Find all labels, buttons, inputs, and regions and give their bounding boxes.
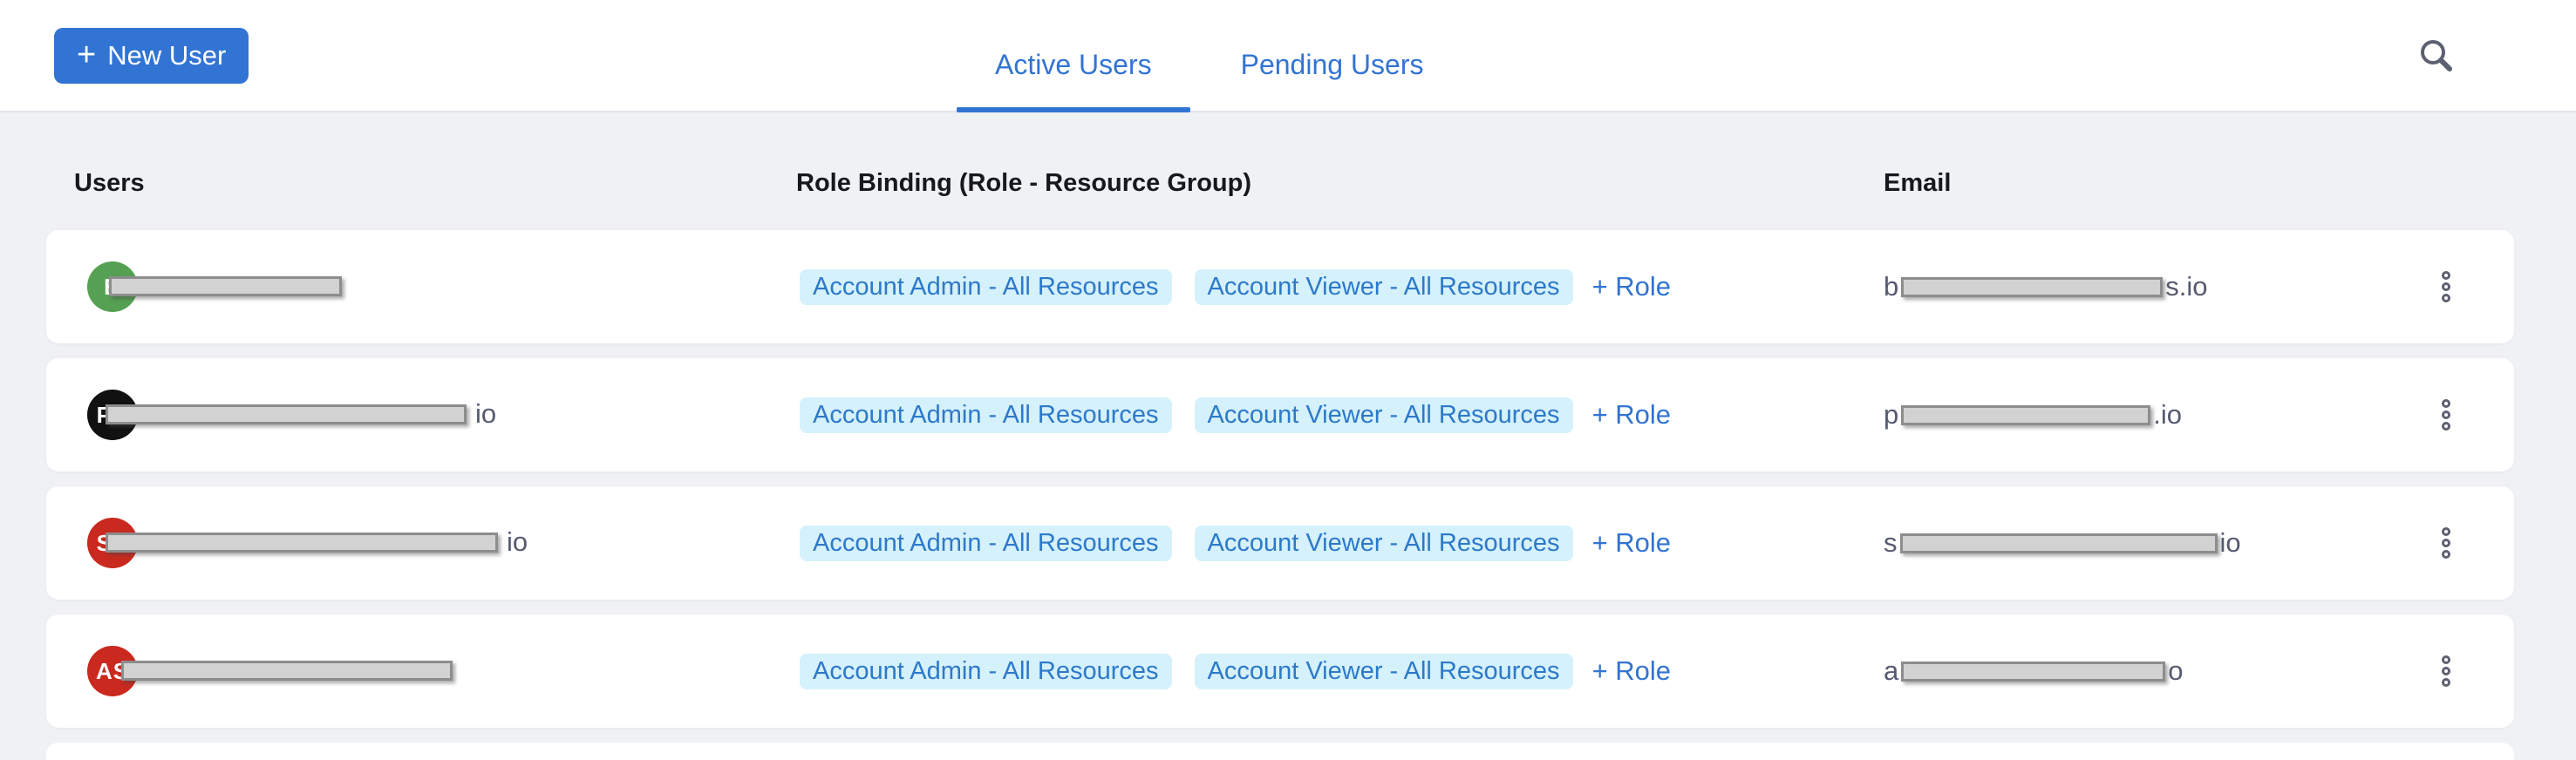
name-redaction-box [109, 276, 342, 296]
email-visible-prefix: p [1884, 399, 1898, 431]
kebab-menu-icon [2442, 282, 2450, 291]
role-binding-badge: Account Viewer - All Resources [1195, 654, 1573, 689]
email-redaction-box [1900, 533, 2218, 553]
search-button[interactable] [2412, 31, 2461, 80]
users-page: + New User Active Users Pending Users Us… [0, 0, 2576, 748]
user-tabs: Active Users Pending Users [957, 0, 1462, 111]
name-redaction-box [121, 661, 453, 681]
role-binding-badge: Account Admin - All Resources [800, 654, 1172, 689]
table-row: AS Account Admin - All ResourcesAccount … [46, 614, 2514, 728]
row-menu-button[interactable] [2423, 520, 2469, 566]
kebab-menu-icon [2442, 655, 2450, 664]
role-binding-badge: Account Viewer - All Resources [1195, 269, 1573, 305]
add-role-button[interactable]: + Role [1592, 399, 1671, 431]
user-name-visible-suffix: io [507, 526, 528, 558]
kebab-menu-icon [2442, 539, 2450, 547]
email-visible-prefix: b [1884, 271, 1898, 302]
role-bindings-cell: Account Admin - All Resources Account Vie… [800, 486, 1671, 600]
add-role-button[interactable]: + Role [1592, 271, 1671, 302]
role-binding-badge: Account Admin - All Resources [800, 526, 1172, 561]
name-redaction-box [106, 533, 498, 553]
column-header-users: Users [74, 169, 145, 198]
email-visible-suffix: io [2220, 527, 2241, 559]
add-role-button[interactable]: + Role [1592, 527, 1671, 559]
role-bindings-cell: Account Admin - All Resources Account Vie… [800, 230, 1671, 343]
table-row: SP io Account Admin - All ResourcesAccou… [46, 486, 2514, 600]
row-menu-button[interactable] [2423, 264, 2469, 309]
email-cell: p .io [1884, 358, 2182, 472]
name-redaction-box [106, 404, 467, 424]
row-menu-button[interactable] [2423, 392, 2469, 438]
new-user-button[interactable]: + New User [54, 28, 249, 84]
email-cell: a o [1884, 614, 2184, 728]
kebab-menu-icon [2442, 667, 2450, 675]
column-header-role-binding: Role Binding (Role - Resource Group) [796, 169, 1251, 198]
email-visible-suffix: s.io [2165, 271, 2207, 302]
email-redaction-box [1901, 405, 2150, 425]
kebab-menu-icon [2442, 550, 2450, 559]
kebab-menu-icon [2442, 678, 2450, 687]
top-bar: + New User Active Users Pending Users [0, 0, 2576, 112]
new-user-button-label: New User [107, 40, 226, 71]
role-bindings-cell: Account Admin - All Resources Account Vie… [800, 614, 1671, 728]
table-row: B Account Admin - All ResourcesAccount V… [46, 230, 2514, 343]
row-menu-button[interactable] [2423, 648, 2469, 694]
kebab-menu-icon [2442, 422, 2450, 431]
role-binding-badge: Account Viewer - All Resources [1195, 397, 1573, 433]
kebab-menu-icon [2442, 411, 2450, 419]
tab-pending-users[interactable]: Pending Users [1203, 0, 1462, 111]
tab-active-users[interactable]: Active Users [957, 0, 1190, 111]
kebab-menu-icon [2442, 399, 2450, 408]
kebab-menu-icon [2442, 271, 2450, 280]
role-binding-badge: Account Admin - All Resources [800, 397, 1172, 433]
tab-pending-users-label: Pending Users [1241, 49, 1424, 81]
kebab-menu-icon [2442, 527, 2450, 536]
email-visible-prefix: s [1884, 527, 1898, 559]
email-redaction-box [1901, 277, 2163, 297]
user-name-visible-suffix: io [475, 398, 496, 430]
role-bindings-cell: Account Admin - All Resources Account Vie… [800, 358, 1671, 472]
role-binding-badge: Account Admin - All Resources [800, 269, 1172, 305]
add-role-button[interactable]: + Role [1592, 655, 1671, 687]
search-icon [2418, 37, 2455, 74]
table-row: PP io Account Admin - All ResourcesAccou… [46, 358, 2514, 472]
email-visible-suffix: .io [2153, 399, 2182, 431]
partial-next-row [46, 743, 2514, 760]
column-header-email: Email [1884, 169, 1951, 198]
email-visible-prefix: a [1884, 655, 1898, 687]
role-binding-badge: Account Viewer - All Resources [1195, 526, 1573, 561]
email-cell: s io [1884, 486, 2241, 600]
email-redaction-box [1901, 662, 2165, 682]
email-cell: b s.io [1884, 230, 2208, 343]
plus-icon: + [77, 38, 96, 71]
tab-active-users-label: Active Users [995, 49, 1152, 81]
kebab-menu-icon [2442, 294, 2450, 302]
email-visible-suffix: o [2168, 655, 2183, 687]
